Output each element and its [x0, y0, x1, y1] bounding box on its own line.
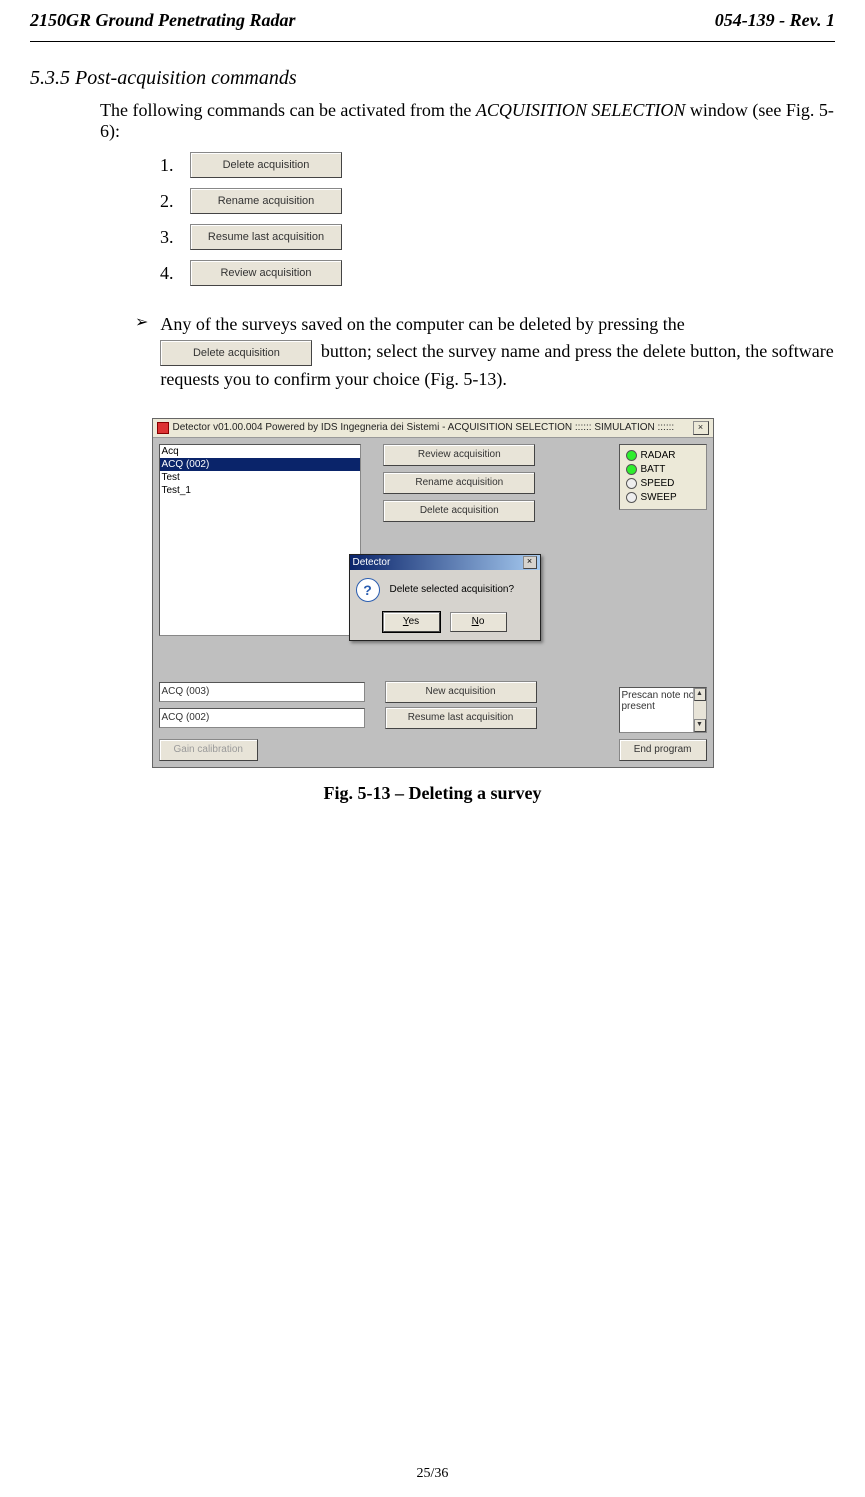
status-panel: RADAR BATT SPEED SWEEP	[619, 444, 707, 510]
dialog-titlebar: Detector ×	[350, 555, 540, 570]
window-title: Detector v01.00.004 Powered by IDS Ingeg…	[173, 422, 675, 433]
note-scrollbar[interactable]: ▲ ▼	[693, 688, 706, 732]
intro-pre: The following commands can be activated …	[100, 100, 476, 120]
page-header: 2150GR Ground Penetrating Radar 054-139 …	[30, 10, 835, 42]
resume-last-acquisition-button[interactable]: Resume last acquisition	[385, 707, 537, 729]
status-radar: RADAR	[641, 449, 676, 463]
figure-acquisition-selection-window: Detector v01.00.004 Powered by IDS Ingeg…	[152, 418, 714, 768]
intro-acq: ACQUISITION SELECTION	[476, 100, 686, 120]
acquisition-listbox[interactable]: Acq ACQ (002) Test Test_1	[159, 444, 361, 636]
header-right: 054-139 - Rev. 1	[715, 10, 835, 31]
led-speed-icon	[626, 478, 637, 489]
new-acquisition-name-field[interactable]: ACQ (003)	[159, 682, 365, 702]
bullet-paragraph: ➢ Any of the surveys saved on the comput…	[135, 311, 835, 393]
intro-paragraph: The following commands can be activated …	[100, 100, 835, 142]
review-acquisition-button[interactable]: Review acquisition	[383, 444, 535, 466]
delete-acquisition-button-inline: Delete acquisition	[160, 340, 312, 366]
window-titlebar: Detector v01.00.004 Powered by IDS Ingeg…	[153, 419, 713, 438]
page-number: 25/36	[0, 1466, 865, 1482]
delete-acquisition-button[interactable]: Delete acquisition	[383, 500, 535, 522]
end-program-button[interactable]: End program	[619, 739, 707, 761]
dialog-no-button[interactable]: No	[450, 612, 507, 632]
led-sweep-icon	[626, 492, 637, 503]
section-title: 5.3.5 Post-acquisition commands	[30, 67, 835, 90]
list-item[interactable]: Acq	[160, 445, 360, 458]
delete-acquisition-button-sample: Delete acquisition	[190, 152, 342, 178]
scroll-up-icon[interactable]: ▲	[694, 688, 706, 701]
numbered-button-list: 1. Delete acquisition 2. Rename acquisit…	[160, 152, 835, 286]
num-1: 1.	[160, 155, 190, 176]
list-item[interactable]: Test	[160, 471, 360, 484]
list-item[interactable]: Test_1	[160, 484, 360, 497]
question-icon: ?	[356, 578, 380, 602]
bullet-arrow-icon: ➢	[135, 311, 148, 393]
status-sweep: SWEEP	[641, 491, 677, 505]
led-batt-icon	[626, 464, 637, 475]
dialog-yes-button[interactable]: Yes	[383, 612, 440, 632]
new-acquisition-button[interactable]: New acquisition	[385, 681, 537, 703]
figure-caption: Fig. 5-13 – Deleting a survey	[30, 783, 835, 804]
led-radar-icon	[626, 450, 637, 461]
rename-acquisition-button-sample: Rename acquisition	[190, 188, 342, 214]
status-batt: BATT	[641, 463, 666, 477]
resume-last-acquisition-button-sample: Resume last acquisition	[190, 224, 342, 250]
num-2: 2.	[160, 191, 190, 212]
dialog-close-icon[interactable]: ×	[523, 556, 537, 569]
num-3: 3.	[160, 227, 190, 248]
dialog-title: Detector	[353, 557, 391, 568]
close-icon[interactable]: ×	[693, 421, 709, 435]
gain-calibration-button[interactable]: Gain calibration	[159, 739, 258, 761]
prescan-note-text: Prescan note not present	[622, 690, 698, 712]
status-speed: SPEED	[641, 477, 675, 491]
bullet-line1: Any of the surveys saved on the computer…	[160, 314, 684, 334]
rename-acquisition-button[interactable]: Rename acquisition	[383, 472, 535, 494]
list-item-selected[interactable]: ACQ (002)	[160, 458, 360, 471]
review-acquisition-button-sample: Review acquisition	[190, 260, 342, 286]
dialog-message: Delete selected acquisition?	[390, 584, 515, 595]
confirm-delete-dialog: Detector × ? Delete selected acquisition…	[349, 554, 541, 641]
resume-acquisition-name-field[interactable]: ACQ (002)	[159, 708, 365, 728]
num-4: 4.	[160, 263, 190, 284]
header-left: 2150GR Ground Penetrating Radar	[30, 10, 296, 31]
app-icon	[157, 422, 169, 434]
prescan-note-box: Prescan note not present ▲ ▼	[619, 687, 707, 733]
scroll-down-icon[interactable]: ▼	[694, 719, 706, 732]
